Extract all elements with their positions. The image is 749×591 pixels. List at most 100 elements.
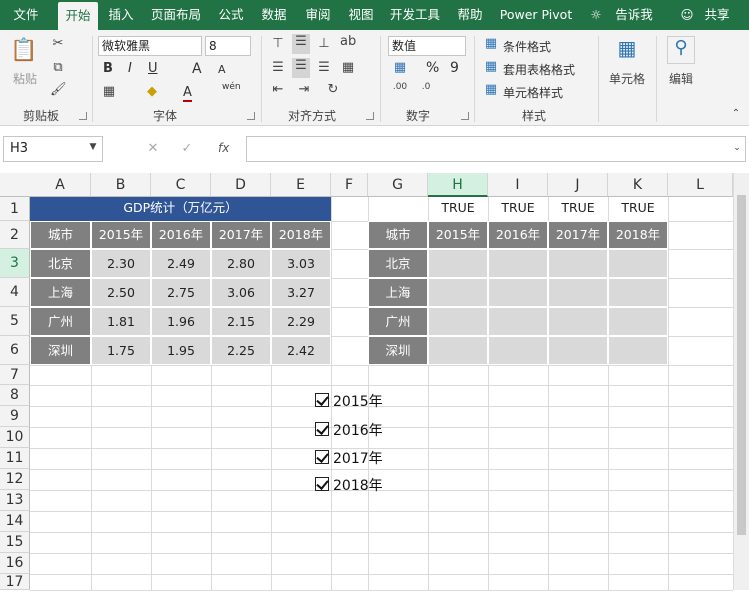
cell[interactable]: 2017年 [211,221,271,249]
select-all-corner[interactable] [0,173,31,197]
row-header[interactable]: 15 [0,532,30,553]
row-header[interactable]: 13 [0,490,30,511]
format-painter-icon[interactable]: 🖌 [50,82,67,97]
column-header[interactable]: A [30,173,91,197]
cell[interactable]: 深圳 [30,336,91,365]
currency-icon[interactable]: ▦ [390,60,410,75]
tab-review[interactable]: 审阅 [299,0,337,30]
tab-view[interactable]: 视图 [342,0,380,30]
column-header[interactable]: J [548,173,608,197]
cell[interactable]: 2.75 [151,278,211,307]
orientation-icon[interactable]: ab [340,34,356,49]
cell[interactable] [608,278,668,307]
cell[interactable]: 2.42 [271,336,331,365]
cell[interactable] [488,278,548,307]
column-header[interactable]: F [331,173,368,197]
year-checkbox[interactable] [315,422,329,436]
conditional-formatting-button[interactable]: 条件格式 [503,38,551,55]
cell[interactable]: 北京 [30,249,91,278]
paste-button[interactable]: 粘贴 [13,70,37,87]
cell[interactable]: 深圳 [368,336,428,365]
copy-icon[interactable]: ⧉ [50,60,66,75]
cell[interactable]: 3.27 [271,278,331,307]
cell[interactable]: 北京 [368,249,428,278]
checkbox-label[interactable]: 2018年 [333,475,383,495]
cell[interactable] [428,336,488,365]
font-color-button[interactable]: A [183,85,192,102]
cells-button[interactable]: 单元格 [604,70,650,87]
cell[interactable]: 2.29 [271,307,331,336]
insert-function-button[interactable]: fx [218,141,229,155]
alignment-launcher-icon[interactable] [366,112,374,120]
collapse-ribbon-icon[interactable]: ⌃ [730,108,742,119]
cell[interactable]: 2016年 [151,221,211,249]
paste-icon[interactable]: 📋 [10,38,38,66]
cell[interactable]: GDP统计（万亿元） [30,197,331,221]
lightbulb-icon[interactable]: ☼ [588,0,604,30]
cell-styles-icon[interactable]: ▦ [484,82,498,97]
row-header[interactable]: 2 [0,221,30,249]
cell[interactable]: 3.03 [271,249,331,278]
search-icon[interactable]: ⚲ [667,36,695,64]
cell[interactable]: 2.50 [91,278,151,307]
column-header[interactable]: G [368,173,428,197]
cut-icon[interactable]: ✂ [50,36,66,51]
confirm-entry-icon[interactable]: ✓ [180,141,194,156]
cell[interactable]: 2015年 [91,221,151,249]
cell[interactable]: 2017年 [548,221,608,249]
row-header[interactable]: 4 [0,278,30,307]
year-checkbox[interactable] [315,450,329,464]
cell[interactable]: 1.81 [91,307,151,336]
row-header[interactable]: 9 [0,406,30,427]
italic-button[interactable]: I [128,61,132,76]
column-header[interactable]: L [668,173,733,197]
cell[interactable] [488,249,548,278]
tab-power-pivot[interactable]: Power Pivot [496,0,576,30]
align-left-icon[interactable]: ☰ [270,60,286,75]
tab-help[interactable]: 帮助 [451,0,489,30]
vertical-scrollbar[interactable] [733,173,749,590]
year-checkbox[interactable] [315,477,329,491]
row-header[interactable]: 8 [0,385,30,406]
cell[interactable]: 2.25 [211,336,271,365]
align-right-icon[interactable]: ☰ [316,60,332,75]
cell[interactable] [608,249,668,278]
cell[interactable]: TRUE [428,197,488,221]
font-launcher-icon[interactable] [247,112,255,120]
column-header[interactable]: H [428,173,488,197]
cell[interactable] [428,278,488,307]
tab-page-layout[interactable]: 页面布局 [146,0,206,30]
cell[interactable]: 2015年 [428,221,488,249]
cell[interactable] [488,336,548,365]
cell[interactable]: 2.80 [211,249,271,278]
format-as-table-button[interactable]: 套用表格格式 [503,61,575,78]
borders-icon[interactable]: ▦ [102,84,116,99]
conditional-formatting-icon[interactable]: ▦ [484,36,498,51]
cell[interactable] [608,307,668,336]
column-header[interactable]: B [91,173,151,197]
cell[interactable]: 2.49 [151,249,211,278]
share-button[interactable]: 共享 [700,0,734,30]
font-size-select[interactable]: 8 [205,36,251,56]
clipboard-launcher-icon[interactable] [79,112,87,120]
cell[interactable]: 城市 [368,221,428,249]
row-header[interactable]: 7 [0,365,30,385]
tab-file[interactable]: 文件 [4,0,48,30]
column-header[interactable]: D [211,173,271,197]
column-header[interactable]: E [271,173,331,197]
cells-icon[interactable]: ▦ [612,36,642,64]
cell[interactable]: 2018年 [271,221,331,249]
format-as-table-icon[interactable]: ▦ [484,59,498,74]
increase-indent-icon[interactable]: ⇥ [296,82,312,97]
cell[interactable] [428,249,488,278]
cell[interactable]: TRUE [548,197,608,221]
number-format-select[interactable]: 数值 [388,36,466,56]
cell[interactable]: TRUE [608,197,668,221]
shrink-font-button[interactable]: A [218,63,226,76]
decrease-decimal-icon[interactable]: .0 [416,82,436,92]
phonetic-button[interactable]: wén [222,82,241,92]
bold-button[interactable]: B [103,61,113,76]
row-header[interactable]: 10 [0,427,30,448]
merge-center-icon[interactable]: ▦ [340,60,356,75]
row-header[interactable]: 5 [0,307,30,336]
